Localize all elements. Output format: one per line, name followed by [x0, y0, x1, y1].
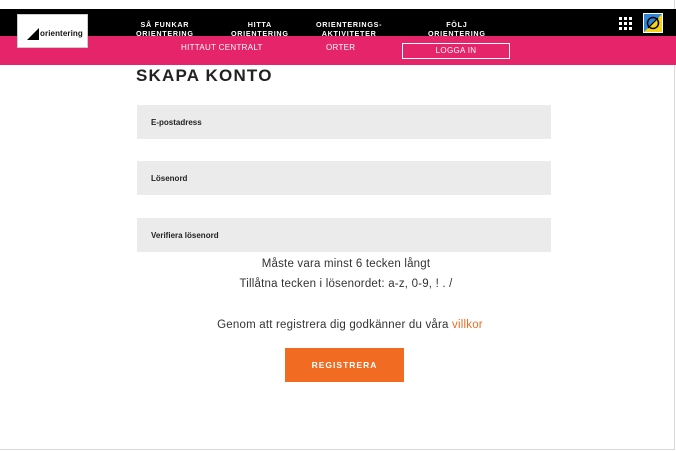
logo-text: orientering [40, 29, 83, 38]
top-navigation-bar: SÅ FUNKAR ORIENTERING HITTA ORIENTERING … [0, 9, 676, 38]
logo-triangle-icon [27, 28, 39, 40]
terms-text: Genom att registrera dig godkänner du vå… [217, 319, 483, 331]
password-hint-length: Måste vara minst 6 tecken långt [261, 258, 431, 270]
email-label: E-postadress [151, 118, 202, 127]
verify-password-field[interactable]: Verifiera lösenord [137, 218, 551, 252]
register-button[interactable]: REGISTRERA [285, 348, 404, 382]
site-logo[interactable]: orientering [17, 14, 88, 48]
password-label: Lösenord [151, 174, 188, 183]
compass-logo-icon[interactable] [643, 13, 663, 33]
terms-link[interactable]: villkor [452, 319, 483, 331]
email-field[interactable]: E-postadress [137, 105, 551, 139]
verify-password-label: Verifiera lösenord [151, 231, 219, 240]
password-hint-chars: Tillåtna tecken i lösenordet: a-z, 0-9, … [239, 278, 453, 290]
password-field[interactable]: Lösenord [137, 161, 551, 195]
page-title: SKAPA KONTO [136, 66, 273, 85]
subnav-hittaut-link[interactable]: HITTAUT CENTRALT [181, 43, 263, 52]
login-button[interactable]: LOGGA IN [402, 43, 510, 59]
apps-grid-icon[interactable] [619, 17, 632, 30]
subnav-orter-link[interactable]: ORTER [326, 43, 355, 52]
